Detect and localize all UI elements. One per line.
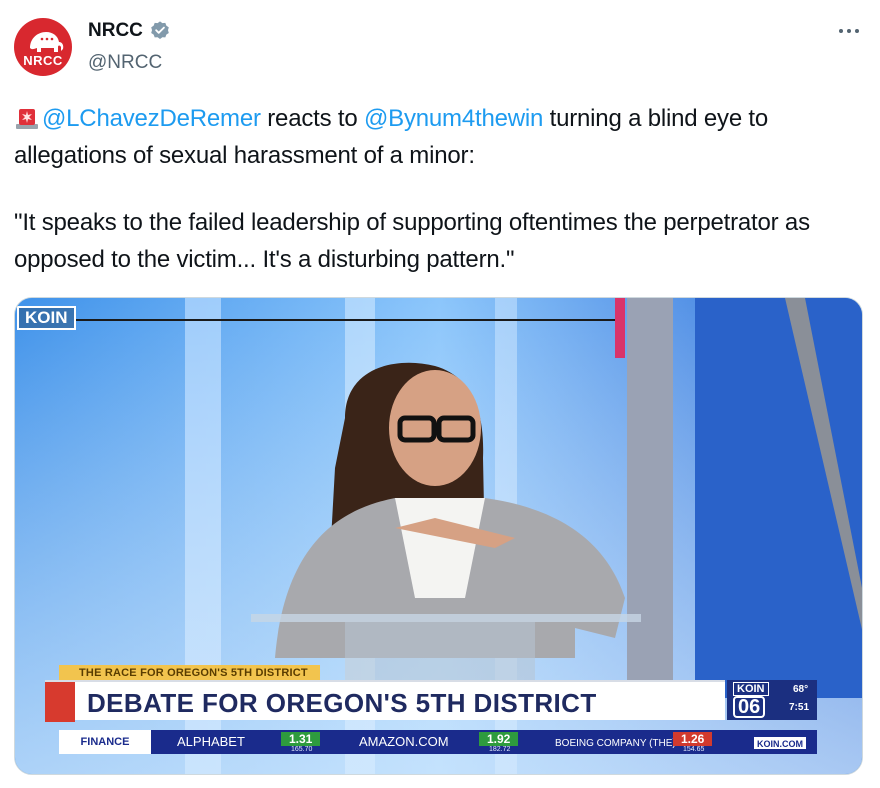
lower-third: DEBATE FOR OREGON'S 5TH DISTRICT — [45, 680, 725, 722]
tweet-text-segment: reacts to — [260, 105, 364, 132]
verified-badge-icon — [151, 21, 169, 39]
avatar[interactable]: NRCC — [14, 18, 72, 76]
station-number: 06 — [733, 696, 766, 718]
author-handle[interactable]: @NRCC — [88, 52, 162, 74]
ticker-item-change: 1.26 — [673, 732, 713, 746]
station-logo: KOIN 06 68° 7:51 — [727, 680, 817, 720]
station-logo-text: KOIN — [733, 682, 769, 696]
lower-third-accent — [45, 682, 75, 722]
rotating-light-emoji-icon — [16, 109, 38, 129]
ticker-item-change: 1.92 — [479, 732, 519, 746]
lower-third-title: DEBATE FOR OREGON'S 5TH DISTRICT — [87, 688, 597, 718]
ticker-label: FINANCE — [59, 730, 151, 754]
ticker-item-change: 1.31 — [281, 732, 321, 746]
author-name-row: NRCC — [88, 20, 171, 42]
stock-ticker: FINANCE ALPHABET 1.31 165.70 AMAZON.COM … — [59, 730, 817, 754]
display-name[interactable]: NRCC — [88, 20, 143, 42]
ticker-website: KOIN.COM — [753, 736, 807, 750]
tweet-quote: "It speaks to the failed leadership of s… — [14, 209, 810, 273]
tweet-text: @LChavezDeRemer reacts to @Bynum4thewin … — [14, 100, 864, 278]
avatar-label: NRCC — [23, 53, 63, 68]
dot — [839, 29, 843, 33]
mention-link[interactable]: @Bynum4thewin — [364, 105, 543, 132]
temperature: 68° — [793, 684, 809, 695]
clock-time: 7:51 — [789, 702, 810, 713]
mention-link[interactable]: @LChavezDeRemer — [42, 105, 261, 132]
lower-third-tag: THE RACE FOR OREGON'S 5TH DISTRICT — [59, 665, 320, 681]
ticker-item-price: 154.65 — [683, 746, 705, 753]
video-media[interactable]: KOIN THE RACE FOR OREGON'S 5TH DISTRICT … — [14, 297, 863, 775]
ticker-item-name: ALPHABET — [177, 734, 245, 749]
channel-bug: KOIN — [17, 306, 76, 330]
more-options-button[interactable] — [836, 22, 862, 40]
dot — [847, 29, 851, 33]
ticker-item-price: 165.70 — [291, 746, 313, 753]
ticker-item-name: BOEING COMPANY (THE) — [555, 738, 676, 749]
dot — [855, 29, 859, 33]
ticker-item-name: AMAZON.COM — [359, 734, 449, 749]
ticker-item-price: 182.72 — [489, 746, 511, 753]
tweet-line-1: @LChavezDeRemer reacts to @Bynum4thewin … — [14, 100, 864, 174]
